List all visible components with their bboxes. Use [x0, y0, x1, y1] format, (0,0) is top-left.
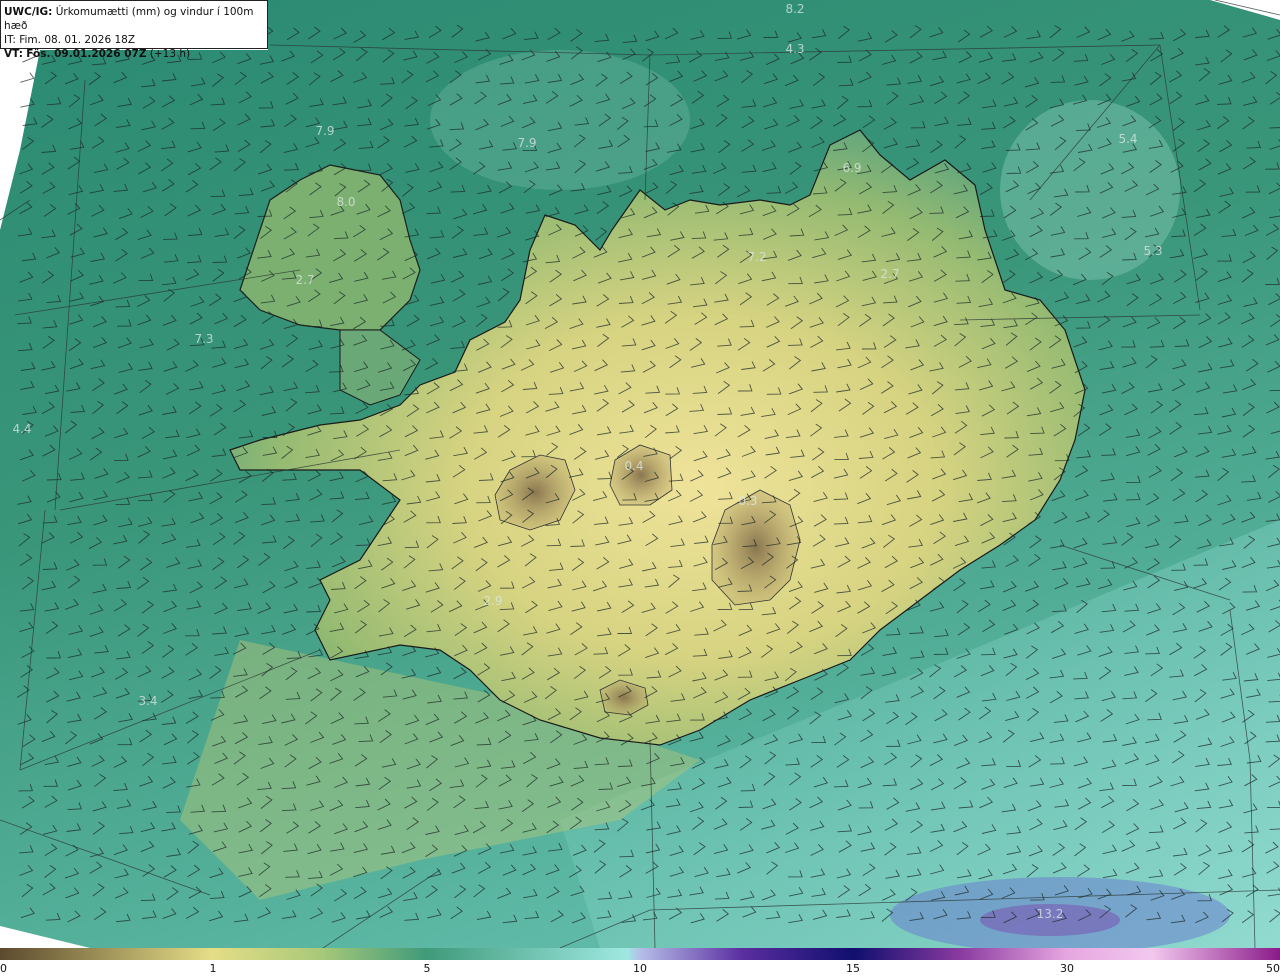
precip-value-label: 2.7: [880, 267, 899, 281]
precip-value-label: 7.9: [315, 124, 334, 138]
colorbar-tick: 1: [209, 962, 217, 975]
forecast-map[interactable]: 8.2 4.3 7.9 7.9 6.9 5.4 8.0 7.2 2.7 5.3 2.7 7.3 4.4 0…: [0, 0, 1280, 948]
precip-value-label: 2.9: [483, 594, 502, 608]
colorbar-labels: 0 1 5 10 15 30 50: [0, 962, 1280, 978]
valid-time-line: VT: Fös. 09.01.2026 07Z (+13 h): [4, 47, 264, 61]
colorbar-tick: 50: [1266, 962, 1280, 975]
colorbar-tick: 15: [846, 962, 860, 975]
precip-value-label: 4.3: [785, 42, 804, 56]
precip-value-label: 8.0: [336, 195, 355, 209]
precip-value-label: 2.7: [295, 273, 314, 287]
precip-value-label: 8.2: [785, 2, 804, 16]
precip-value-label: 0.4: [624, 459, 643, 473]
colorbar-gradient: [0, 948, 1280, 960]
title-line: UWC/IG: Úrkomumætti (mm) og vindur í 100…: [4, 5, 264, 33]
valid-time: Fös. 09.01.2026 07Z: [26, 48, 147, 60]
precip-value-label: 4.4: [12, 422, 31, 436]
precip-value-label: 5.4: [1118, 132, 1137, 146]
precip-value-label: 0.3: [738, 494, 757, 508]
initial-time: IT: Fim. 08. 01. 2026 18Z: [4, 34, 136, 46]
colorbar-tick: 30: [1060, 962, 1074, 975]
colorbar-tick: 5: [423, 962, 431, 975]
precip-value-label: 5.3: [1143, 244, 1162, 258]
precip-value-label: 7.9: [517, 136, 536, 150]
valid-time-label: VT:: [4, 48, 23, 60]
forecast-offset: (+13 h): [149, 48, 191, 60]
colorbar-tick: 10: [633, 962, 647, 975]
north-light-area: [430, 50, 690, 190]
precip-value-label: 7.3: [194, 332, 213, 346]
info-box: UWC/IG: Úrkomumætti (mm) og vindur í 100…: [0, 0, 268, 60]
precip-value-label: 6.9: [842, 161, 861, 175]
colorbar-tick: 0: [0, 962, 7, 975]
model-label: UWC/IG:: [4, 6, 53, 18]
precip-value-label: 13.2: [1037, 907, 1064, 921]
precip-value-label: 3.4: [138, 694, 157, 708]
colorbar: [0, 948, 1280, 960]
precip-value-label: 7.2: [747, 250, 766, 264]
